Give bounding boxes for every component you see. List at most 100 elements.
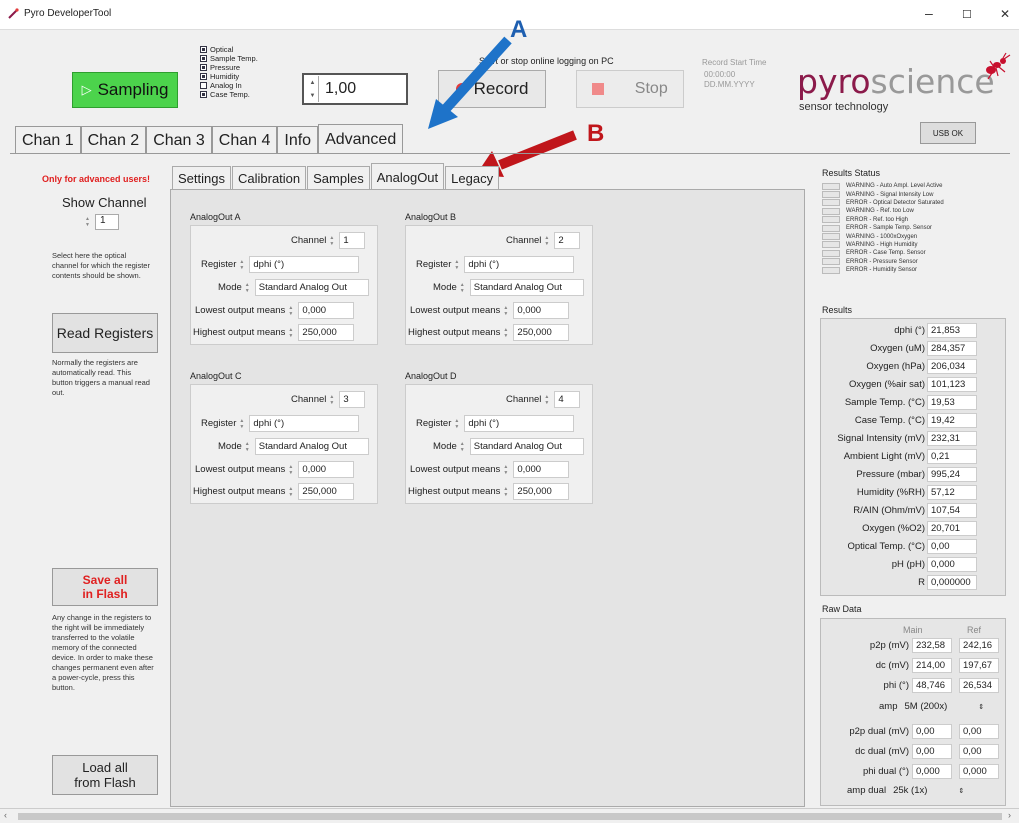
horizontal-scrollbar[interactable]: ‹ › [0,808,1019,823]
interval-value[interactable]: 1,00 [319,80,356,98]
lowest-spinner[interactable]: ▲ ▼ [288,462,295,478]
tab-chan-3[interactable]: Chan 3 [146,126,212,154]
checkbox-pressure[interactable]: Pressure [200,63,258,72]
checkbox-case-temp[interactable]: Case Temp. [200,90,258,99]
highest-field[interactable]: 250,000 [513,324,570,341]
checkbox-analog-in[interactable]: Analog In [200,81,258,90]
channel-spinner[interactable]: ▲ ▼ [85,214,92,230]
highest-spinner[interactable]: ▲ ▼ [288,325,295,341]
lowest-field[interactable]: 0,000 [513,461,570,478]
channel-spinner[interactable]: ▲ ▼ [544,392,551,408]
lowest-spinner[interactable]: ▲ ▼ [503,303,510,319]
subtab-samples[interactable]: Samples [307,166,370,190]
analogout-d-group: Channel ▲ ▼ 4 Register ▲ ▼ dphi (°) Mode ▲ ▼ Stan… [405,384,593,504]
channel-spinner[interactable]: ▲ ▼ [544,233,551,249]
mode-spinner[interactable]: ▲ ▼ [245,439,252,455]
checkbox-box[interactable] [200,91,207,98]
amp-dual-label: amp dual [847,785,887,796]
spin-down-icon[interactable]: ▼ [310,93,316,99]
status-led [822,233,840,241]
register-spinner[interactable]: ▲ ▼ [454,257,461,273]
maximize-button[interactable]: ☐ [962,8,972,21]
status-led [822,216,840,224]
lowest-field[interactable]: 0,000 [298,302,355,319]
lowest-field[interactable]: 0,000 [513,302,570,319]
amp-dual-dropdown-icon[interactable]: ⇕ [958,787,964,795]
register-field[interactable]: dphi (°) [249,256,360,273]
highest-spinner[interactable]: ▲ ▼ [503,325,510,341]
channel-spinner[interactable]: ▲ ▼ [329,233,336,249]
close-button[interactable]: ✕ [1000,7,1010,21]
channel-value[interactable]: 1 [95,214,119,230]
scroll-left-icon[interactable]: ‹ [4,810,7,820]
mode-field[interactable]: Standard Analog Out [254,279,369,296]
mode-field[interactable]: Standard Analog Out [254,438,369,455]
register-spinner[interactable]: ▲ ▼ [454,416,461,432]
tab-chan-2[interactable]: Chan 2 [80,126,147,154]
register-spinner[interactable]: ▲ ▼ [239,416,246,432]
checkbox-box[interactable] [200,64,207,71]
channel-field[interactable]: 1 [339,232,366,249]
subtab-calibration[interactable]: Calibration [231,166,307,190]
checkbox-box[interactable] [200,73,207,80]
subtab-analogout[interactable]: AnalogOut [370,163,445,190]
tab-advanced[interactable]: Advanced [318,124,404,154]
save-all-in-flash-button[interactable]: Save all in Flash [52,568,158,606]
channel-field[interactable]: 2 [554,232,581,249]
highest-field[interactable]: 250,000 [298,324,355,341]
tab-chan-4[interactable]: Chan 4 [211,126,278,154]
result-label: R/AIN (Ohm/mV) [853,505,925,516]
channel-spinner[interactable]: ▲ ▼ [329,392,336,408]
channel-selector[interactable]: ▲ ▼ 1 [85,214,119,230]
highest-field[interactable]: 250,000 [298,483,355,500]
amp-dropdown-icon[interactable]: ⇕ [978,703,984,711]
tab-info[interactable]: Info [277,126,319,154]
interval-spinner[interactable]: ▲ ▼ [307,76,319,102]
status-led-label: ERROR - Case Temp. Sensor [846,250,926,257]
checkbox-box[interactable] [200,82,207,89]
register-field[interactable]: dphi (°) [464,256,575,273]
raw-ref-value: 197,67 [959,658,999,673]
load-all-from-flash-button[interactable]: Load all from Flash [52,755,158,795]
mode-spinner[interactable]: ▲ ▼ [460,439,467,455]
register-spinner[interactable]: ▲ ▼ [239,257,246,273]
scroll-right-icon[interactable]: › [1008,810,1011,820]
interval-input[interactable]: ▲ ▼ 1,00 [302,73,408,105]
lowest-spinner[interactable]: ▲ ▼ [503,462,510,478]
stop-button[interactable]: Stop [576,70,684,108]
highest-field[interactable]: 250,000 [513,483,570,500]
status-led-row: WARNING - 1000xOxygen [822,232,944,241]
tab-chan-1[interactable]: Chan 1 [15,126,81,154]
channel-field[interactable]: 3 [339,391,366,408]
subtab-legacy[interactable]: Legacy [445,166,500,190]
mode-field[interactable]: Standard Analog Out [469,438,584,455]
checkbox-box[interactable] [200,46,207,53]
channel-label: Channel [291,235,327,246]
checkbox-sample-temp[interactable]: Sample Temp. [200,54,258,63]
sampling-label: Sampling [97,80,169,99]
scroll-thumb[interactable] [18,813,1002,820]
status-led-label: WARNING - 1000xOxygen [846,233,918,240]
mode-spinner[interactable]: ▲ ▼ [245,280,252,296]
subtab-settings[interactable]: Settings [172,166,231,190]
highest-spinner[interactable]: ▲ ▼ [503,484,510,500]
channel-field[interactable]: 4 [554,391,581,408]
raw-dual-label: phi dual (°) [862,766,909,777]
mode-spinner[interactable]: ▲ ▼ [460,280,467,296]
register-field[interactable]: dphi (°) [464,415,575,432]
register-field[interactable]: dphi (°) [249,415,360,432]
result-value: 0,000 [927,557,977,572]
checkbox-box[interactable] [200,55,207,62]
minimize-button[interactable]: – [925,5,933,21]
load-label-line1: Load all [82,760,128,775]
usb-ok-button[interactable]: USB OK [920,122,976,144]
lowest-spinner[interactable]: ▲ ▼ [288,303,295,319]
read-registers-button[interactable]: Read Registers [52,313,158,353]
highest-spinner[interactable]: ▲ ▼ [288,484,295,500]
sampling-button[interactable]: ▷ Sampling [72,72,178,108]
checkbox-humidity[interactable]: Humidity [200,72,258,81]
lowest-field[interactable]: 0,000 [298,461,355,478]
mode-field[interactable]: Standard Analog Out [469,279,584,296]
spin-up-icon[interactable]: ▲ [310,80,316,86]
checkbox-optical[interactable]: Optical [200,45,258,54]
